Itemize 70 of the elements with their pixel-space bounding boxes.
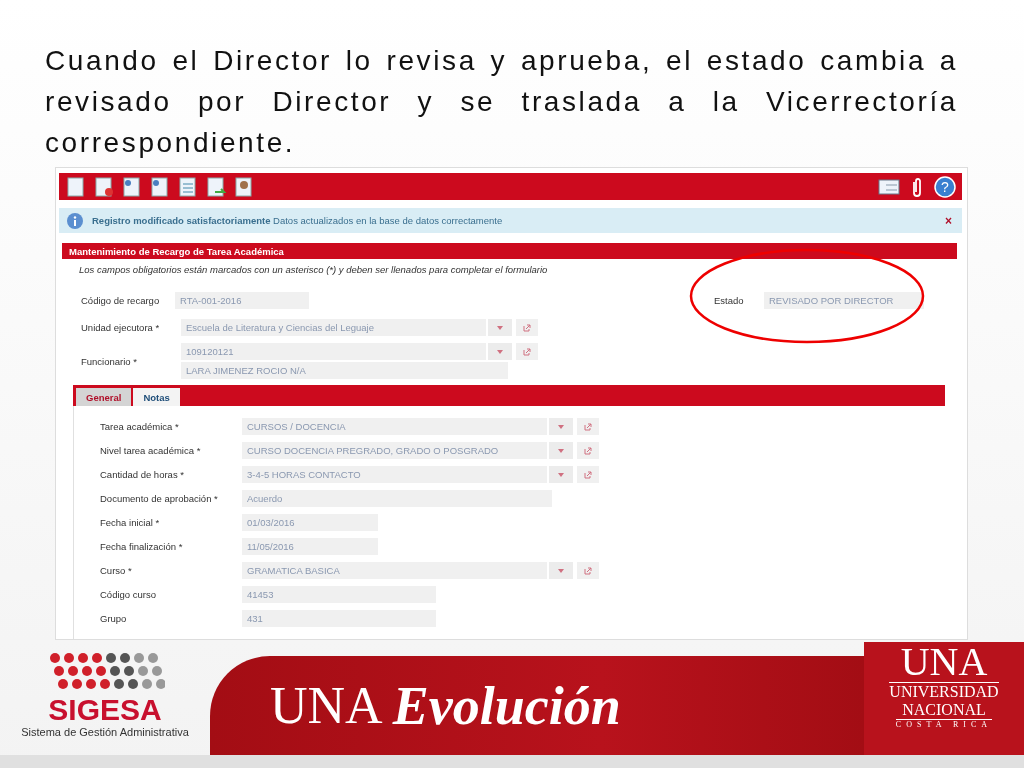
input-field[interactable]: RTA-001-2016 xyxy=(175,292,309,309)
close-button[interactable]: × xyxy=(945,213,952,228)
external-link-icon xyxy=(584,446,592,455)
open-link-button[interactable] xyxy=(577,418,599,435)
external-link-icon xyxy=(584,422,592,431)
select-field[interactable]: GRAMATICA BASICA xyxy=(242,562,547,579)
alert-message: Registro modificado satisfactoriamente Datos actualizados en la base de datos correctamente xyxy=(92,215,504,226)
open-link-button[interactable] xyxy=(577,442,599,459)
banner-title: Evolución xyxy=(392,674,621,737)
field-label: Documento de aprobación * xyxy=(100,493,219,504)
open-link-button[interactable] xyxy=(577,466,599,483)
caret-icon xyxy=(558,424,564,429)
caret-icon xyxy=(497,325,503,330)
logo-text: UNA xyxy=(900,642,988,683)
select-field[interactable]: CURSO DOCENCIA PREGRADO, GRADO O POSGRADO xyxy=(242,442,547,459)
dropdown-button[interactable] xyxy=(549,562,573,579)
field-label: Unidad ejecutora * xyxy=(81,322,161,333)
caret-icon xyxy=(558,448,564,453)
input-field[interactable]: LARA JIMENEZ ROCIO N/A xyxy=(181,362,508,379)
tab[interactable]: General xyxy=(76,388,132,406)
dropdown-button[interactable] xyxy=(488,319,512,336)
input-field[interactable]: 01/03/2016 xyxy=(242,514,378,531)
caret-icon xyxy=(497,349,503,354)
field-label: Estado xyxy=(714,295,745,306)
caret-icon xyxy=(558,472,564,477)
form-title-bar: Mantenimiento de Recargo de Tarea Académica xyxy=(62,243,957,259)
dropdown-button[interactable] xyxy=(549,466,573,483)
external-link-icon xyxy=(523,323,531,332)
input-field[interactable]: 431 xyxy=(242,610,436,627)
open-link-button[interactable] xyxy=(516,343,538,360)
input-field[interactable]: 41453 xyxy=(242,586,436,603)
field-label: Funcionario * xyxy=(81,355,138,367)
select-field[interactable]: CURSOS / DOCENCIA xyxy=(242,418,547,435)
dropdown-button[interactable] xyxy=(549,442,573,459)
select-field[interactable]: 109120121 xyxy=(181,343,486,360)
brand-tagline: Sistema de Gestión Administrativa xyxy=(21,726,189,739)
logo-text: NACIONAL xyxy=(902,701,986,720)
status-field[interactable]: REVISADO POR DIRECTOR xyxy=(764,292,924,309)
select-field[interactable]: Escuela de Literatura y Ciencias del Leguaje xyxy=(181,319,486,336)
field-label: Tarea académica * xyxy=(100,421,180,432)
required-note: Los campos obligatorios están marcados con un asterisco (*) y deben ser llenados para completar el formulario xyxy=(79,264,549,275)
slide-heading: Cuando el Director lo revisa y aprueba, el estado cambia a revisado por Director y se traslada a la Vicerrectoría correspondiente. xyxy=(45,44,958,160)
brand-name: SIGESA xyxy=(48,694,162,727)
caret-icon xyxy=(558,568,564,573)
field-label: Código de recargo xyxy=(81,295,161,306)
document-icon[interactable] xyxy=(65,175,87,198)
select-field[interactable]: 3-4-5 HORAS CONTACTO xyxy=(242,466,547,483)
field-label: Fecha inicial * xyxy=(100,517,161,528)
help-button[interactable]: ? xyxy=(934,175,956,198)
input-field[interactable]: 11/05/2016 xyxy=(242,538,378,555)
field-label: Cantidad de horas * xyxy=(100,469,185,480)
info-icon xyxy=(67,212,83,229)
banner-text: UNA xyxy=(270,676,383,736)
field-label: Nivel tarea académica * xyxy=(100,445,202,456)
field-label: Curso * xyxy=(100,565,133,576)
field-label: Código curso xyxy=(100,589,157,600)
input-field[interactable]: Acuerdo xyxy=(242,490,552,507)
document-remove-icon[interactable] xyxy=(93,175,115,198)
logo-text: UNIVERSIDAD xyxy=(889,682,999,702)
field-label: Grupo xyxy=(100,613,128,624)
external-link-icon xyxy=(584,566,592,575)
logo-text: COSTA RICA xyxy=(895,719,993,730)
external-link-icon xyxy=(523,347,531,356)
field-label: Fecha finalización * xyxy=(100,541,184,552)
external-link-icon xyxy=(584,470,592,479)
open-link-button[interactable] xyxy=(577,562,599,579)
dropdown-button[interactable] xyxy=(549,418,573,435)
open-link-button[interactable] xyxy=(516,319,538,336)
tab[interactable]: Notas xyxy=(133,388,180,406)
dropdown-button[interactable] xyxy=(488,343,512,360)
